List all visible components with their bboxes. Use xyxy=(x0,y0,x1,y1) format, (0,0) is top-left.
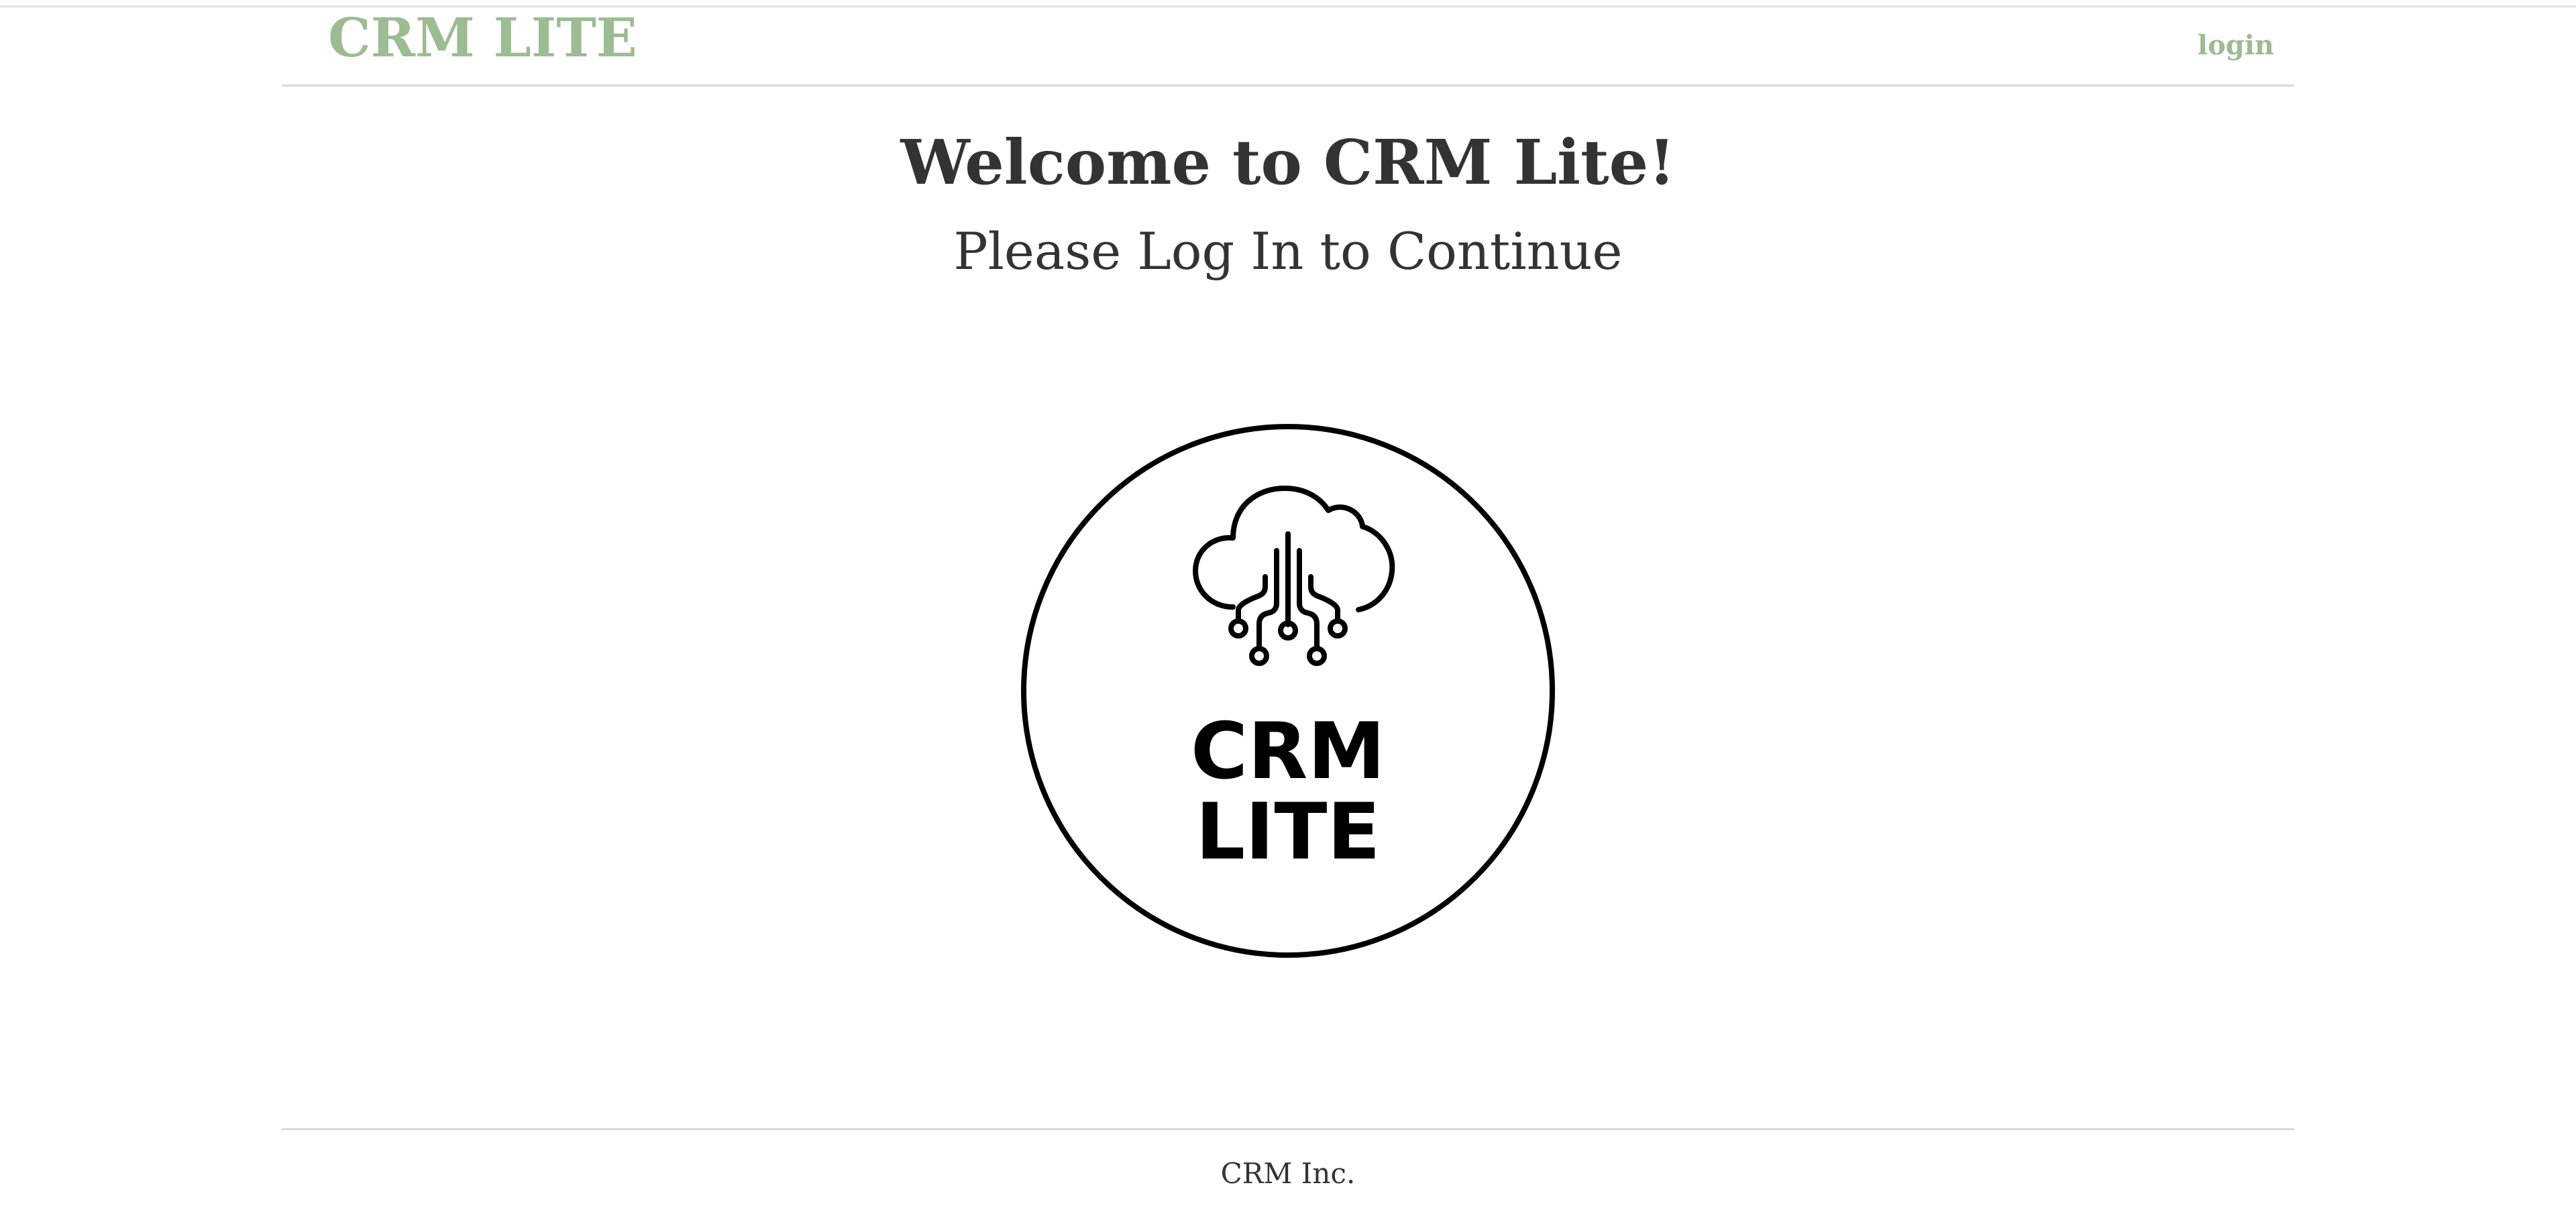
logo-text-crm: CRM xyxy=(1191,706,1385,797)
logo-graphic: CRM LITE xyxy=(1021,424,1555,958)
footer-company-name: CRM Inc. xyxy=(1220,1157,1356,1190)
footer-divider xyxy=(282,1128,2294,1130)
site-header: CRM LITE login xyxy=(282,0,2294,87)
crm-lite-logo: CRM LITE xyxy=(1020,423,1556,959)
brand-logo-link[interactable]: CRM LITE xyxy=(328,5,637,70)
login-prompt-subtitle: Please Log In to Continue xyxy=(953,221,1623,281)
login-link[interactable]: login xyxy=(2198,27,2274,64)
cloud-circuit-icon xyxy=(1193,486,1395,666)
welcome-heading: Welcome to CRM Lite! xyxy=(900,126,1676,199)
logo-text-lite: LITE xyxy=(1195,787,1380,877)
